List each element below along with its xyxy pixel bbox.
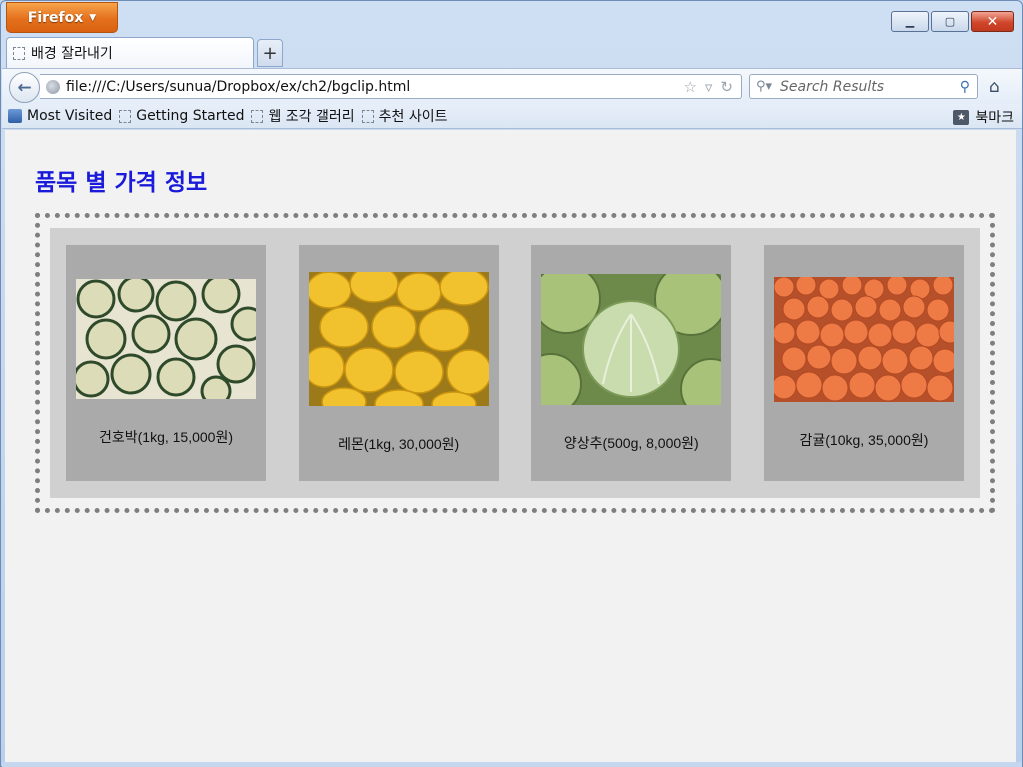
lemons-photo	[308, 272, 489, 406]
firefox-menu-button[interactable]: Firefox ▼	[6, 2, 118, 33]
product-caption: 양상추(500g, 8,000원)	[563, 434, 699, 451]
product-card: 양상추(500g, 8,000원)	[531, 245, 732, 481]
close-button[interactable]: ✕	[971, 11, 1014, 32]
page-icon	[361, 109, 374, 123]
product-row: 건호박(1kg, 15,000원) 레몬(1kg, 30,000원) 양상추(5…	[50, 228, 980, 498]
search-engine-icon[interactable]: ⚲▾	[756, 79, 780, 94]
bookmarks-menu-button[interactable]: ★ 북마크	[953, 107, 1014, 127]
maximize-icon: ▢	[944, 15, 956, 28]
reload-icon[interactable]: ↻	[720, 78, 733, 96]
new-tab-button[interactable]: +	[257, 39, 283, 67]
bookmark-label: Getting Started	[136, 108, 245, 124]
url-text[interactable]: file:///C:/Users/sunua/Dropbox/ex/ch2/bg…	[66, 79, 683, 95]
product-caption: 건호박(1kg, 15,000원)	[98, 429, 234, 445]
bookmark-web-slice-gallery[interactable]: 웹 조각 갤러리	[251, 106, 355, 126]
firefox-menu-label: Firefox	[27, 9, 84, 26]
minimize-icon: ▁	[905, 15, 915, 28]
search-icon[interactable]: ⚲	[960, 79, 970, 95]
window-bottom-edge	[2, 762, 1022, 767]
chevron-down-icon: ▼	[89, 13, 97, 23]
product-card: 감귤(10kg, 35,000원)	[763, 245, 964, 481]
window-controls: ▁ ▢ ✕	[891, 11, 1014, 32]
product-card: 건호박(1kg, 15,000원)	[66, 245, 266, 481]
dotted-border-box: 건호박(1kg, 15,000원) 레몬(1kg, 30,000원) 양상추(5…	[35, 213, 995, 513]
most-visited-icon	[8, 109, 22, 123]
arrow-left-icon: ←	[17, 77, 32, 98]
tangerines-photo	[773, 276, 954, 402]
dried-zucchini-photo	[76, 279, 256, 399]
bookmarks-star-icon: ★	[953, 109, 970, 125]
cabbage-photo	[541, 273, 722, 405]
back-button[interactable]: ←	[9, 72, 40, 103]
bookmark-suggested-sites[interactable]: 추천 사이트	[361, 106, 448, 126]
globe-icon	[46, 79, 60, 94]
bookmarks-menu-label: 북마크	[975, 110, 1014, 126]
search-bar: ⚲▾ ⚲	[749, 74, 978, 99]
bookmark-label: 추천 사이트	[378, 109, 448, 125]
product-caption: 감귤(10kg, 35,000원)	[799, 431, 929, 448]
maximize-button[interactable]: ▢	[931, 11, 969, 32]
page-heading: 품목 별 가격 정보	[35, 170, 208, 196]
url-bar-icons: ☆ ▿ ↻	[683, 78, 733, 96]
plus-icon: +	[262, 42, 278, 64]
tab-title: 배경 잘라내기	[31, 46, 113, 62]
page-icon	[119, 109, 132, 123]
browser-window: Firefox ▼ ▁ ▢ ✕ 배경 잘라내기 + ← file:///C:/U…	[0, 0, 1023, 767]
close-icon: ✕	[986, 13, 999, 30]
home-icon: ⌂	[989, 77, 1000, 97]
home-button[interactable]: ⌂	[989, 77, 1000, 97]
product-caption: 레몬(1kg, 30,000원)	[338, 436, 460, 452]
bookmark-label: 웹 조각 갤러리	[268, 109, 355, 125]
bookmark-getting-started[interactable]: Getting Started	[119, 108, 244, 124]
tab-active[interactable]: 배경 잘라내기	[6, 37, 254, 68]
search-input[interactable]	[780, 78, 960, 95]
url-bar[interactable]: file:///C:/Users/sunua/Dropbox/ex/ch2/bg…	[40, 74, 742, 99]
navigation-bar: ← file:///C:/Users/sunua/Dropbox/ex/ch2/…	[2, 68, 1022, 104]
bookmarks-toolbar: Most Visited Getting Started 웹 조각 갤러리 추천…	[2, 104, 1022, 129]
history-dropdown-icon[interactable]: ▿	[705, 78, 713, 96]
product-card: 레몬(1kg, 30,000원)	[298, 245, 499, 481]
bookmark-most-visited[interactable]: Most Visited	[8, 108, 112, 124]
page-icon	[13, 46, 25, 60]
bookmark-label: Most Visited	[27, 108, 113, 124]
minimize-button[interactable]: ▁	[891, 11, 929, 32]
page-content: 품목 별 가격 정보 건호박(1kg, 15,000원) 레몬(1kg, 30,…	[5, 130, 1016, 762]
bookmark-star-icon[interactable]: ☆	[683, 78, 696, 96]
page-icon	[251, 109, 264, 123]
